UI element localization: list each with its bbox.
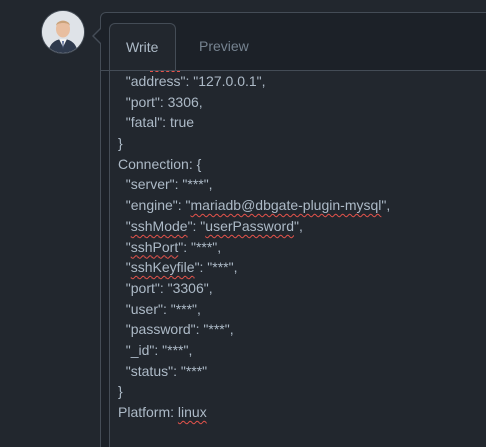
editor-line: "server": "***",: [118, 174, 390, 195]
editor-line: "user": "***",: [118, 299, 390, 320]
misspelled-word: sshPort: [130, 238, 179, 255]
editor-line: Connection: {: [118, 154, 390, 175]
editor-line: Platform: linux: [118, 402, 390, 423]
editor-line: "port": "3306",: [118, 278, 390, 299]
misspelled-word: sshKeyfile: [130, 259, 195, 276]
line-text: "_id": "***",: [118, 341, 193, 358]
line-text: Connection: {: [118, 155, 202, 172]
line-text: "engine": ": [118, 197, 191, 214]
editor-line: "status": "***": [118, 361, 390, 382]
line-text: "port": "3306",: [118, 279, 213, 296]
comment-caret-inner: [94, 29, 101, 43]
editor-line: "engine": "mariadb@dbgate-plugin-mysql",: [118, 195, 390, 216]
comment-composer: Write Preview "address": "127.0.0.1", "p…: [0, 0, 486, 447]
line-text: ": "***",: [178, 238, 222, 255]
editor-line: "port": 3306,: [118, 92, 390, 113]
misspelled-word: userPassword: [205, 217, 294, 234]
tab-write[interactable]: Write: [109, 23, 176, 72]
line-text: "port": 3306,: [118, 93, 203, 110]
comment-textarea[interactable]: "address": "127.0.0.1", "port": 3306, "f…: [109, 70, 486, 447]
tab-bar: Write Preview: [101, 13, 486, 72]
line-text: "user": "***",: [118, 300, 201, 317]
line-text: ",: [293, 217, 303, 234]
user-avatar-icon: [42, 11, 84, 53]
misspelled-word: sshMode: [130, 217, 188, 234]
line-text: }: [118, 135, 123, 152]
line-text: "status": "***": [118, 362, 208, 379]
editor-line: "_id": "***",: [118, 340, 390, 361]
comment-box: Write Preview "address": "127.0.0.1", "p…: [100, 12, 486, 447]
editor-line: "sshPort": "***",: [118, 237, 390, 258]
editor-line: "fatal": true: [118, 112, 390, 133]
line-text: ": [118, 217, 131, 234]
misspelled-word: linux: [177, 404, 207, 420]
line-text: }: [118, 383, 123, 400]
line-text: ": [118, 259, 131, 276]
editor-line: "address": "127.0.0.1",: [118, 71, 390, 92]
editor-line: }: [118, 133, 390, 154]
line-text: ",: [381, 197, 391, 214]
line-text: ": "***",: [194, 259, 238, 276]
avatar[interactable]: [42, 11, 84, 53]
editor-line: "sshKeyfile": "***",: [118, 257, 390, 278]
editor-line: "sshMode": "userPassword",: [118, 216, 390, 237]
line-text: "fatal": true: [118, 114, 195, 131]
line-text: ": [118, 238, 131, 255]
misspelled-word: mariadb@dbgate-plugin-mysql: [190, 197, 382, 214]
line-text: "server": "***",: [118, 176, 213, 193]
line-text: "password": "***",: [118, 321, 234, 338]
line-text: ": ": [187, 217, 206, 234]
editor-line: "password": "***",: [118, 319, 390, 340]
line-text: Platform:: [118, 404, 178, 420]
tab-preview[interactable]: Preview: [183, 23, 265, 71]
editor-content: "address": "127.0.0.1", "port": 3306, "f…: [118, 71, 390, 423]
line-text: "address": "127.0.0.1",: [118, 73, 266, 89]
editor-line: }: [118, 381, 390, 402]
